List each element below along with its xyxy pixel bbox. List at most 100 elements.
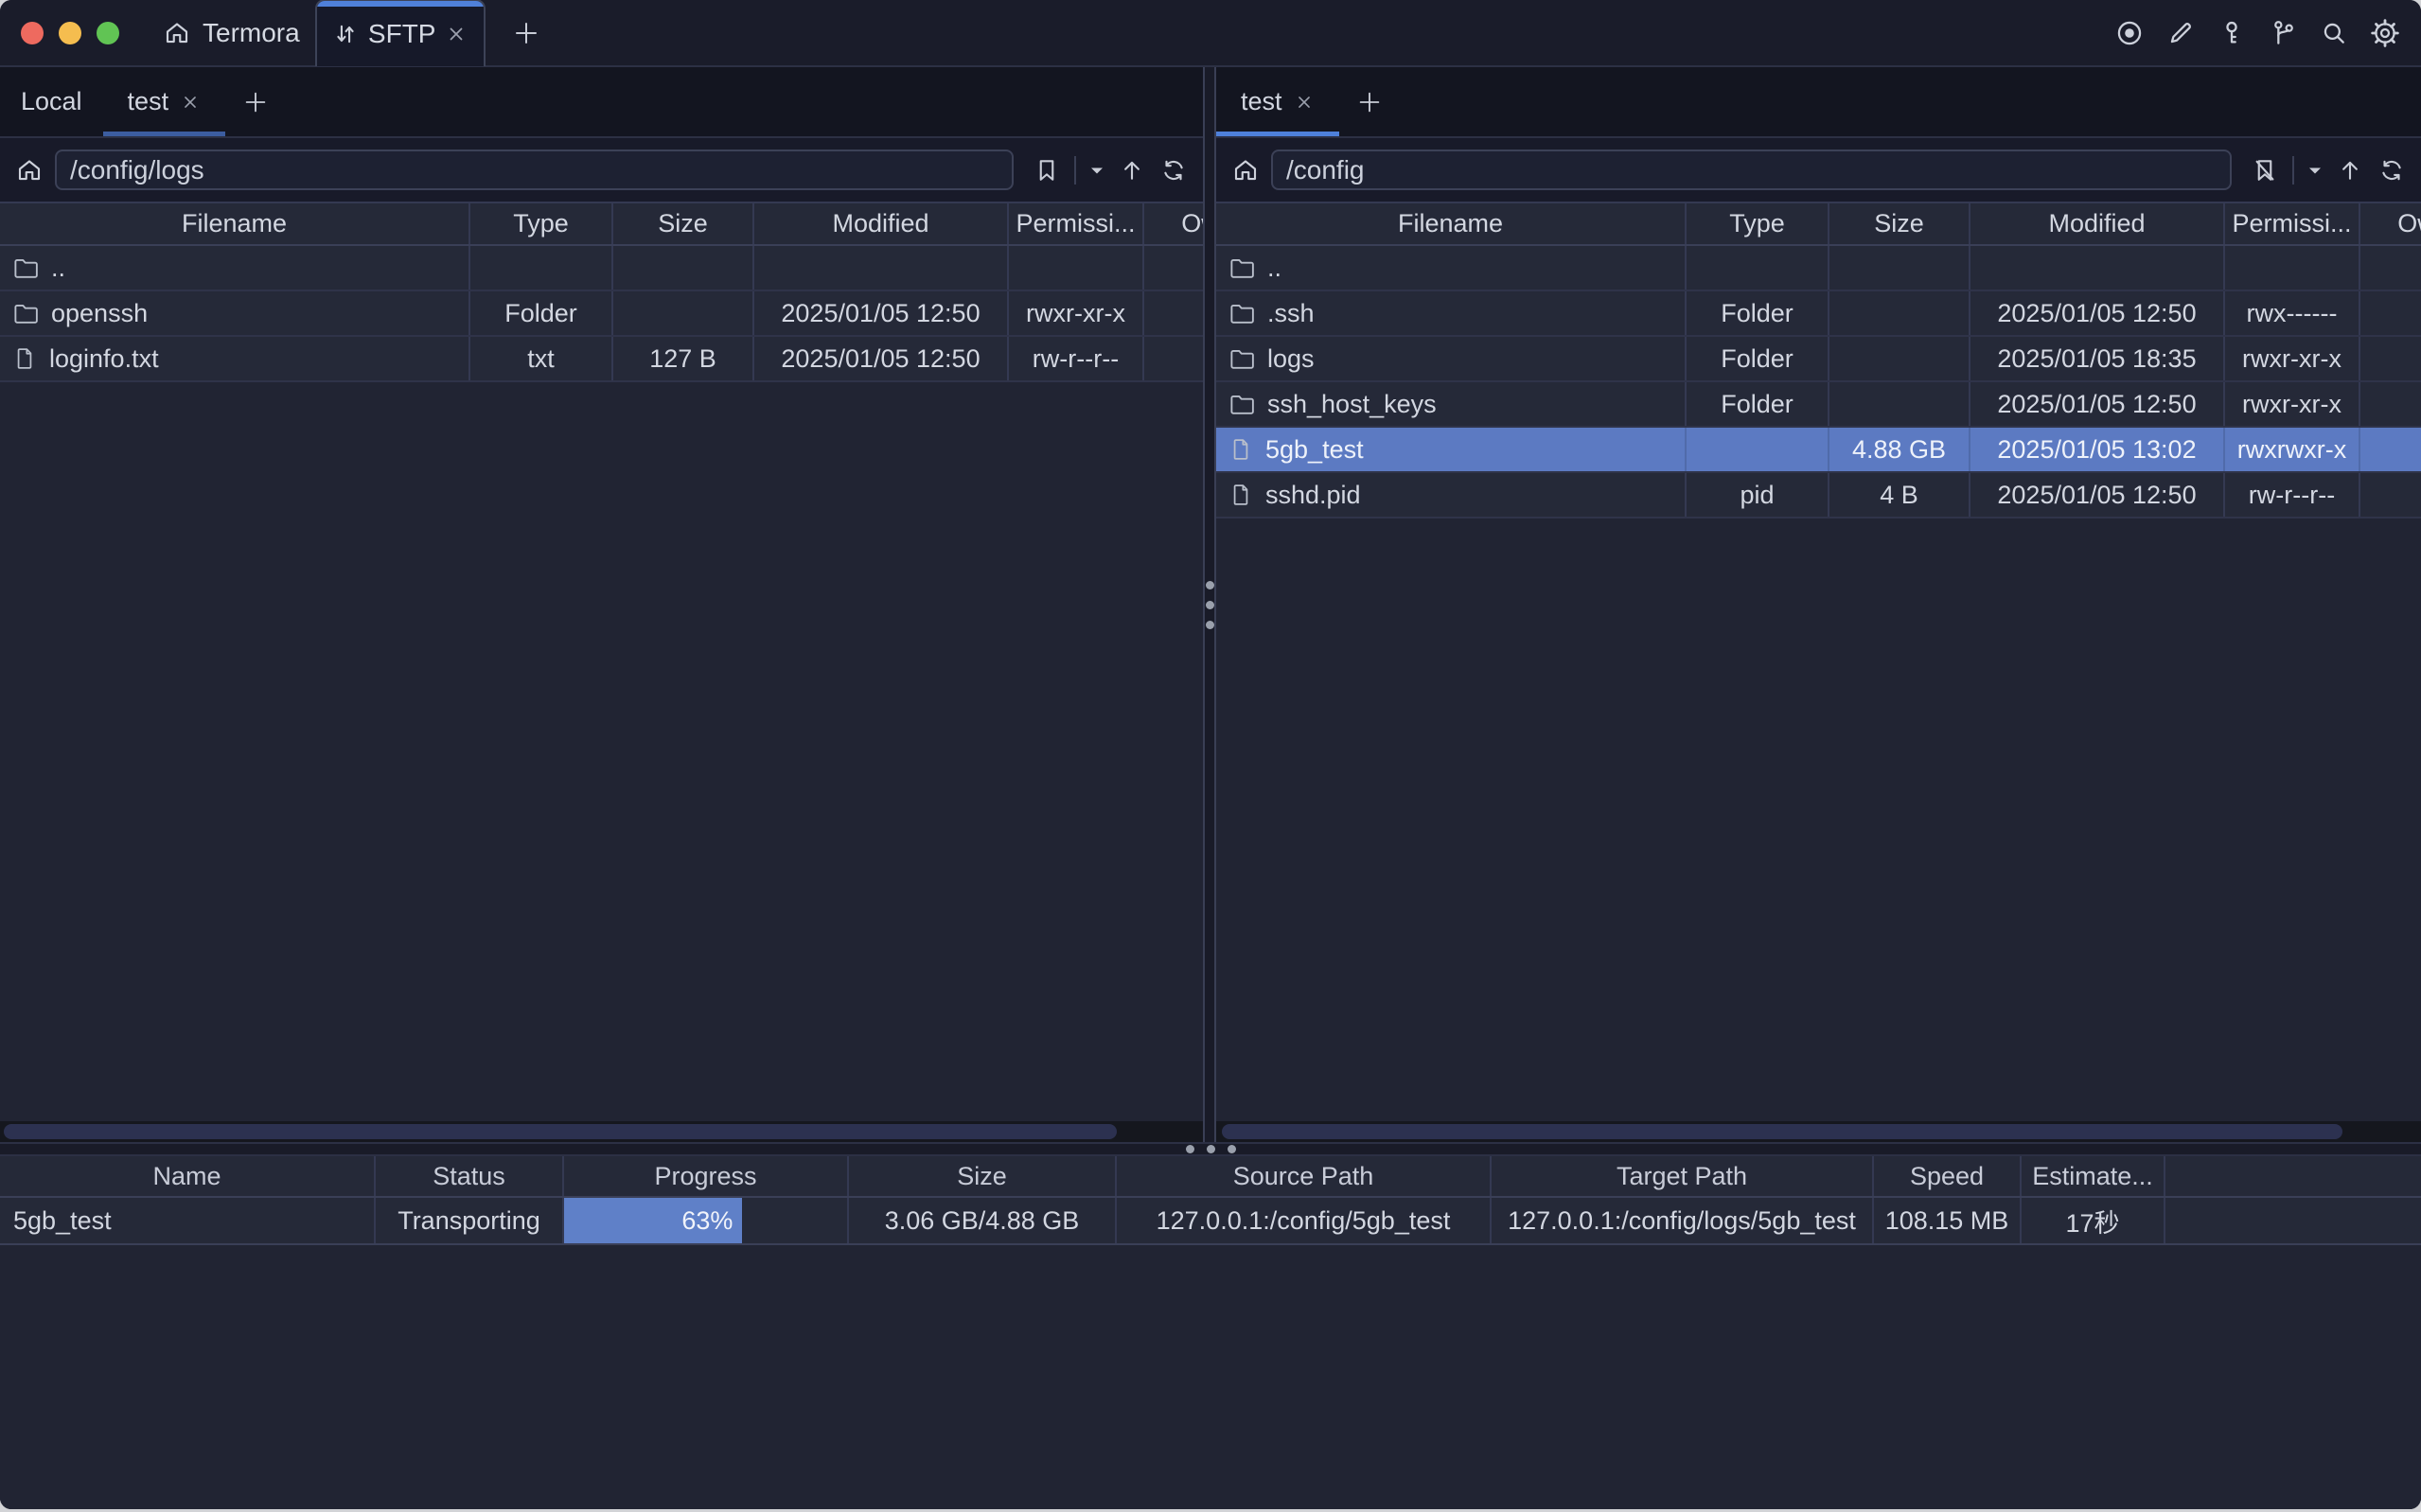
refresh-icon[interactable]: [1159, 156, 1188, 185]
edit-icon[interactable]: [2165, 18, 2196, 48]
column-header-size[interactable]: Size: [613, 203, 754, 244]
column-header-progress[interactable]: Progress: [564, 1156, 849, 1196]
local-table-header: FilenameTypeSizeModifiedPermissi...Owner: [0, 202, 1203, 246]
window-minimize-button[interactable]: [59, 22, 81, 44]
column-header-owner[interactable]: Owner: [2360, 203, 2421, 244]
tab-local[interactable]: Local: [0, 67, 103, 136]
permissions-cell: rwxrwxr-x: [2225, 428, 2360, 471]
active-tab-stripe: [317, 1, 484, 7]
column-header-modified[interactable]: Modified: [1970, 203, 2225, 244]
modified-cell: 2025/01/05 12:50: [754, 337, 1009, 380]
column-header-modified[interactable]: Modified: [754, 203, 1009, 244]
column-header-permissi[interactable]: Permissi...: [2225, 203, 2360, 244]
size-cell: 4.88 GB: [1829, 428, 1970, 471]
column-header-owner[interactable]: Owner: [1144, 203, 1203, 244]
filename-label: loginfo.txt: [49, 344, 159, 374]
file-row[interactable]: ssh_host_keysFolder2025/01/05 12:50rwxr-…: [1216, 382, 2421, 428]
remote-pane: test: [1216, 67, 2421, 1142]
type-cell: [470, 246, 613, 290]
column-header-targetpath[interactable]: Target Path: [1492, 1156, 1874, 1196]
file-row[interactable]: loginfo.txttxt127 B2025/01/05 12:50rw-r-…: [0, 337, 1203, 382]
column-header-type[interactable]: Type: [470, 203, 613, 244]
app-window: Termora SFTP: [0, 0, 2421, 1509]
titlebar: Termora SFTP: [0, 0, 2421, 67]
column-header-size[interactable]: Size: [1829, 203, 1970, 244]
remote-pane-tabs: test: [1216, 67, 2421, 138]
transfer-source-cell: 127.0.0.1:/config/5gb_test: [1117, 1198, 1492, 1243]
tab-label: test: [1241, 87, 1282, 116]
type-cell: [1687, 428, 1829, 471]
file-row[interactable]: opensshFolder2025/01/05 12:50rwxr-xr-x: [0, 291, 1203, 337]
column-header-type[interactable]: Type: [1687, 203, 1829, 244]
record-icon[interactable]: [2114, 18, 2145, 48]
horizontal-scrollbar[interactable]: [4, 1124, 1117, 1139]
column-header-filename[interactable]: Filename: [0, 203, 470, 244]
tab-test-left[interactable]: test: [103, 67, 226, 136]
caret-down-icon[interactable]: [1089, 166, 1104, 175]
size-cell: [613, 291, 754, 335]
transfer-status-cell: Transporting: [376, 1198, 564, 1243]
tab-sftp[interactable]: SFTP: [315, 0, 486, 66]
column-header-estimate[interactable]: Estimate...: [2022, 1156, 2165, 1196]
pane-splitter[interactable]: [1203, 67, 1216, 1142]
tab-label: Local: [21, 87, 82, 116]
filename-label: ..: [51, 254, 65, 283]
transfer-table-header: NameStatusProgressSizeSource PathTarget …: [0, 1156, 2421, 1198]
owner-cell: [2360, 473, 2421, 517]
permissions-cell: rwxr-xr-x: [2225, 337, 2360, 380]
progress-label: 63%: [681, 1206, 733, 1236]
plus-icon: [1356, 89, 1383, 115]
transfer-row[interactable]: 5gb_testTransporting63%3.06 GB/4.88 GB12…: [0, 1198, 2421, 1245]
column-header-sourcepath[interactable]: Source Path: [1117, 1156, 1492, 1196]
folder-icon: [1228, 344, 1256, 373]
transfer-splitter[interactable]: [0, 1142, 2421, 1156]
refresh-icon[interactable]: [2377, 156, 2406, 185]
owner-cell: [1144, 337, 1203, 380]
close-icon[interactable]: [1294, 92, 1315, 113]
transfer-filler-cell: [2165, 1198, 2421, 1243]
tab-termora[interactable]: Termora: [163, 18, 300, 48]
local-file-list: .. opensshFolder2025/01/05 12:50rwxr-xr-x…: [0, 246, 1203, 382]
file-row[interactable]: logsFolder2025/01/05 18:35rwxr-xr-x: [1216, 337, 2421, 382]
column-header-permissi[interactable]: Permissi...: [1009, 203, 1144, 244]
path-input[interactable]: [55, 149, 1014, 190]
home-icon[interactable]: [15, 156, 44, 185]
file-row[interactable]: ..: [0, 246, 1203, 291]
bookmark-slash-icon[interactable]: [2251, 156, 2279, 185]
search-icon[interactable]: [2319, 18, 2349, 48]
arrow-up-icon[interactable]: [1118, 156, 1146, 185]
arrow-up-icon[interactable]: [2336, 156, 2364, 185]
column-header-size[interactable]: Size: [849, 1156, 1117, 1196]
file-row[interactable]: ..: [1216, 246, 2421, 291]
branch-icon[interactable]: [2268, 18, 2298, 48]
column-header-status[interactable]: Status: [376, 1156, 564, 1196]
key-icon[interactable]: [2217, 18, 2247, 48]
progress-bar: 63%: [564, 1198, 742, 1243]
column-header-speed[interactable]: Speed: [1874, 1156, 2022, 1196]
new-tab-button[interactable]: [512, 19, 540, 47]
path-input[interactable]: [1271, 149, 2232, 190]
file-row[interactable]: 5gb_test4.88 GB2025/01/05 13:02rwxrwxr-x: [1216, 428, 2421, 473]
add-tab-button[interactable]: [242, 67, 269, 136]
transfer-size-cell: 3.06 GB/4.88 GB: [849, 1198, 1117, 1243]
folder-icon: [11, 254, 40, 282]
column-header-name[interactable]: Name: [0, 1156, 376, 1196]
window-close-button[interactable]: [21, 22, 44, 44]
file-row[interactable]: sshd.pidpid4 B2025/01/05 12:50rw-r--r--: [1216, 473, 2421, 519]
type-cell: Folder: [1687, 337, 1829, 380]
column-header-filename[interactable]: Filename: [1216, 203, 1687, 244]
add-tab-button[interactable]: [1356, 67, 1383, 136]
modified-cell: 2025/01/05 12:50: [1970, 291, 2225, 335]
tab-test-right[interactable]: test: [1216, 67, 1339, 136]
close-icon[interactable]: [445, 23, 468, 45]
horizontal-scrollbar[interactable]: [1222, 1124, 2342, 1139]
owner-cell: [1144, 291, 1203, 335]
home-icon[interactable]: [1231, 156, 1260, 185]
window-zoom-button[interactable]: [97, 22, 119, 44]
settings-icon[interactable]: [2370, 18, 2400, 48]
file-icon: [1228, 482, 1254, 508]
file-row[interactable]: .sshFolder2025/01/05 12:50rwx------: [1216, 291, 2421, 337]
close-icon[interactable]: [180, 92, 201, 113]
caret-down-icon[interactable]: [2307, 166, 2323, 175]
bookmark-icon[interactable]: [1033, 156, 1061, 185]
